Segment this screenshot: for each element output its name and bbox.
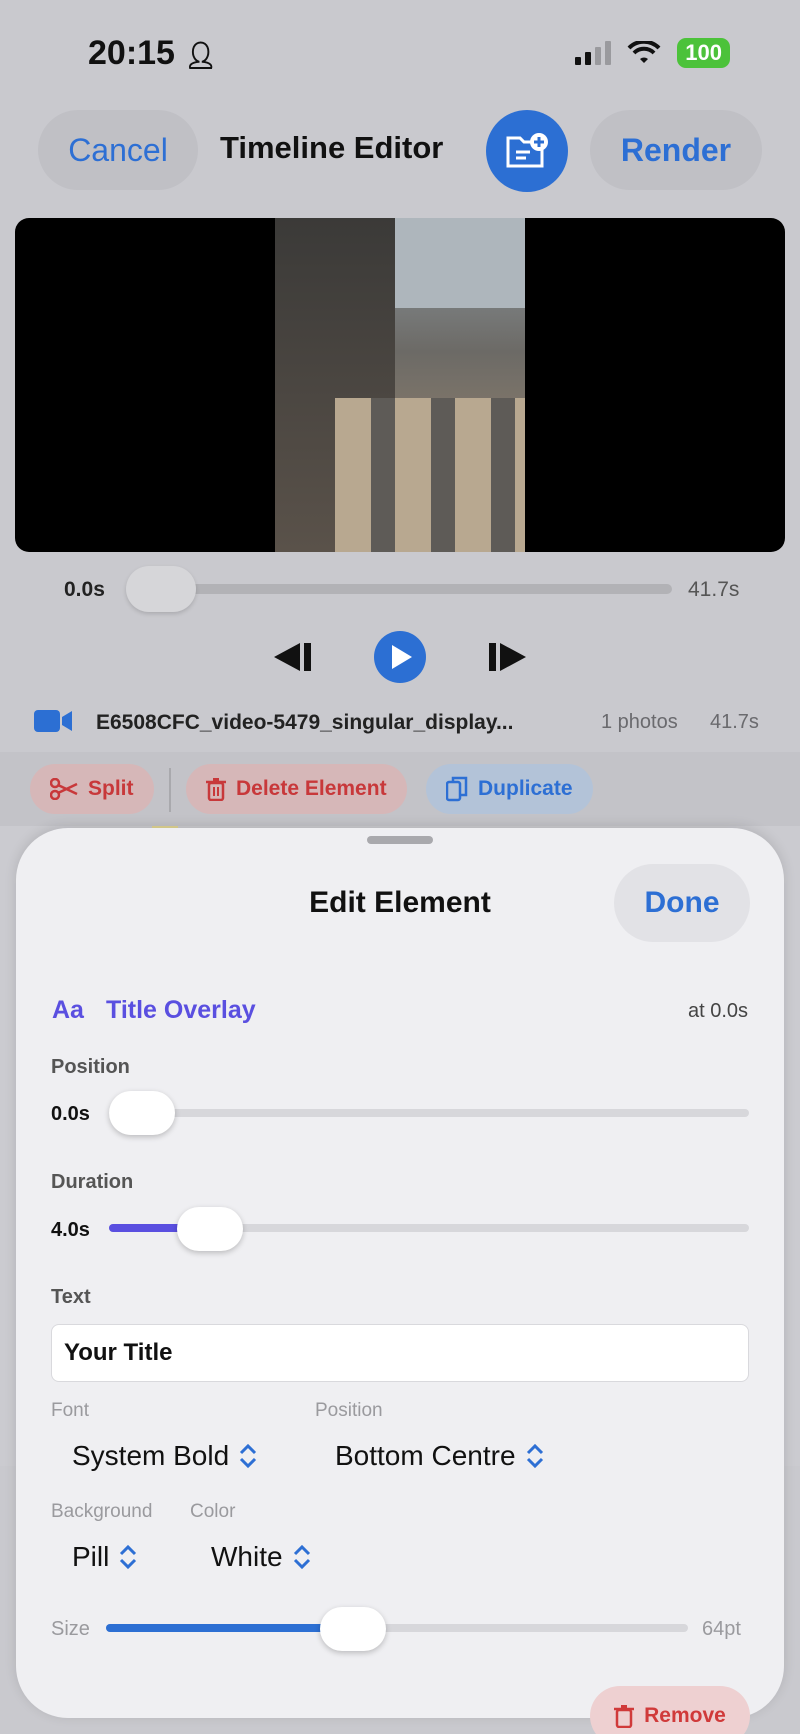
status-icons: 100 bbox=[575, 38, 730, 68]
duplicate-label: Duplicate bbox=[478, 777, 573, 800]
chevron-up-down-icon bbox=[119, 1544, 137, 1570]
color-picker[interactable]: White bbox=[211, 1541, 311, 1573]
text-label: Text bbox=[51, 1286, 91, 1308]
clip-duration: 41.7s bbox=[710, 711, 759, 733]
folder-plus-icon bbox=[506, 132, 550, 170]
done-button[interactable]: Done bbox=[614, 864, 750, 942]
chevron-up-down-icon bbox=[293, 1544, 311, 1570]
status-time: 20:15 👤︎ bbox=[88, 34, 218, 72]
clip-name: E6508CFC_video-5479_singular_display... bbox=[96, 711, 514, 734]
trash-icon bbox=[206, 777, 226, 801]
color-label: Color bbox=[190, 1501, 236, 1522]
font-label: Font bbox=[51, 1400, 90, 1421]
remove-label: Remove bbox=[644, 1704, 726, 1727]
duplicate-button[interactable]: Duplicate bbox=[426, 764, 593, 814]
element-type-label: Title Overlay bbox=[106, 996, 256, 1024]
size-slider-fill bbox=[106, 1624, 356, 1632]
video-preview[interactable] bbox=[15, 218, 785, 552]
position-slider-track[interactable] bbox=[109, 1109, 749, 1117]
video-frame bbox=[275, 218, 525, 552]
step-back-icon bbox=[270, 641, 314, 673]
chevron-up-down-icon bbox=[526, 1443, 544, 1469]
sky bbox=[395, 218, 525, 308]
size-label: Size bbox=[51, 1618, 90, 1640]
duration-value: 4.0s bbox=[51, 1219, 90, 1241]
text-position-value: Bottom Centre bbox=[335, 1440, 516, 1471]
step-forward-icon bbox=[486, 641, 530, 673]
video-camera-icon bbox=[34, 708, 72, 734]
position-value: 0.0s bbox=[51, 1103, 90, 1125]
background-label: Background bbox=[51, 1501, 153, 1522]
pavement bbox=[335, 398, 525, 552]
cancel-button[interactable]: Cancel bbox=[38, 110, 198, 190]
position-slider-knob[interactable] bbox=[109, 1091, 175, 1135]
scrubber-knob[interactable] bbox=[126, 566, 196, 612]
delete-element-button[interactable]: Delete Element bbox=[186, 764, 407, 814]
sheet-grabber[interactable] bbox=[367, 836, 433, 844]
position-label: Position bbox=[51, 1056, 130, 1078]
split-button[interactable]: Split bbox=[30, 764, 154, 814]
remove-button[interactable]: Remove bbox=[590, 1686, 750, 1734]
wifi-icon bbox=[627, 41, 661, 65]
chevron-up-down-icon bbox=[239, 1443, 257, 1469]
size-value: 64pt bbox=[702, 1618, 741, 1640]
battery-indicator: 100 bbox=[677, 38, 730, 68]
text-position-label: Position bbox=[315, 1400, 383, 1421]
text-type-icon: Aa bbox=[52, 996, 84, 1024]
clip-photo-count: 1 photos bbox=[601, 711, 678, 733]
scrubber-track[interactable] bbox=[130, 584, 672, 594]
current-time: 0.0s bbox=[64, 578, 105, 601]
font-value: System Bold bbox=[72, 1440, 230, 1471]
duplicate-icon bbox=[446, 776, 468, 802]
title-text-input[interactable]: Your Title bbox=[51, 1324, 749, 1382]
background-value: Pill bbox=[72, 1541, 110, 1572]
add-folder-button[interactable] bbox=[486, 110, 568, 192]
split-label: Split bbox=[88, 777, 134, 800]
background-picker[interactable]: Pill bbox=[72, 1541, 137, 1573]
play-button[interactable] bbox=[374, 631, 426, 683]
signal-icon bbox=[575, 41, 612, 65]
render-button[interactable]: Render bbox=[590, 110, 762, 190]
trash-icon bbox=[614, 1704, 635, 1728]
page-title: Timeline Editor bbox=[220, 130, 444, 165]
total-time: 41.7s bbox=[688, 578, 740, 601]
duration-slider-knob[interactable] bbox=[177, 1207, 243, 1251]
color-value: White bbox=[211, 1541, 283, 1572]
play-icon bbox=[392, 645, 412, 669]
edit-element-sheet bbox=[16, 828, 784, 1718]
element-start-time: at 0.0s bbox=[687, 1000, 748, 1022]
font-picker[interactable]: System Bold bbox=[72, 1440, 257, 1472]
delete-element-label: Delete Element bbox=[236, 777, 387, 800]
scissors-icon bbox=[50, 778, 78, 800]
action-divider bbox=[169, 768, 171, 812]
step-forward-button[interactable] bbox=[486, 641, 530, 673]
text-position-picker[interactable]: Bottom Centre bbox=[335, 1440, 544, 1472]
duration-label: Duration bbox=[51, 1171, 134, 1193]
step-back-button[interactable] bbox=[270, 641, 314, 673]
person-icon: 👤︎ bbox=[184, 40, 218, 70]
size-slider-knob[interactable] bbox=[320, 1607, 386, 1651]
